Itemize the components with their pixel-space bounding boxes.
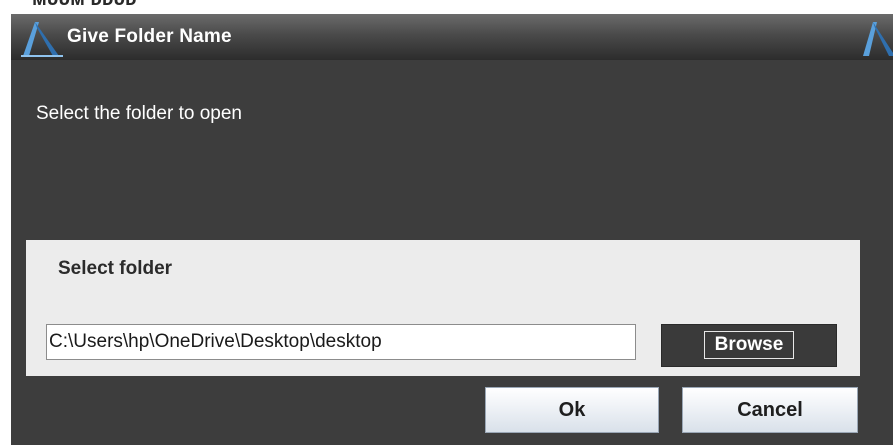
ok-button[interactable]: Ok [485,387,659,433]
app-logo-icon [21,22,63,57]
give-folder-name-dialog: Give Folder Name Select the folder to op… [11,14,893,445]
select-folder-panel: Select folder C:\Users\hp\OneDrive\Deskt… [26,240,860,376]
browse-button-label: Browse [704,331,794,359]
background-window-strip: ᴍᴜᴜᴍ ᴅᴅᴜᴅ [0,0,893,14]
dialog-title: Give Folder Name [67,26,232,47]
browse-button[interactable]: Browse [661,324,837,367]
clipped-header-text: ᴍᴜᴜᴍ ᴅᴅᴜᴅ [32,0,137,11]
cancel-button[interactable]: Cancel [682,387,858,433]
title-bar[interactable]: Give Folder Name [11,14,893,60]
app-logo-icon [863,22,893,56]
select-folder-label: Select folder [58,258,173,279]
folder-path-field[interactable]: C:\Users\hp\OneDrive\Desktop\desktop [46,324,636,360]
dialog-message: Select the folder to open [36,103,242,124]
